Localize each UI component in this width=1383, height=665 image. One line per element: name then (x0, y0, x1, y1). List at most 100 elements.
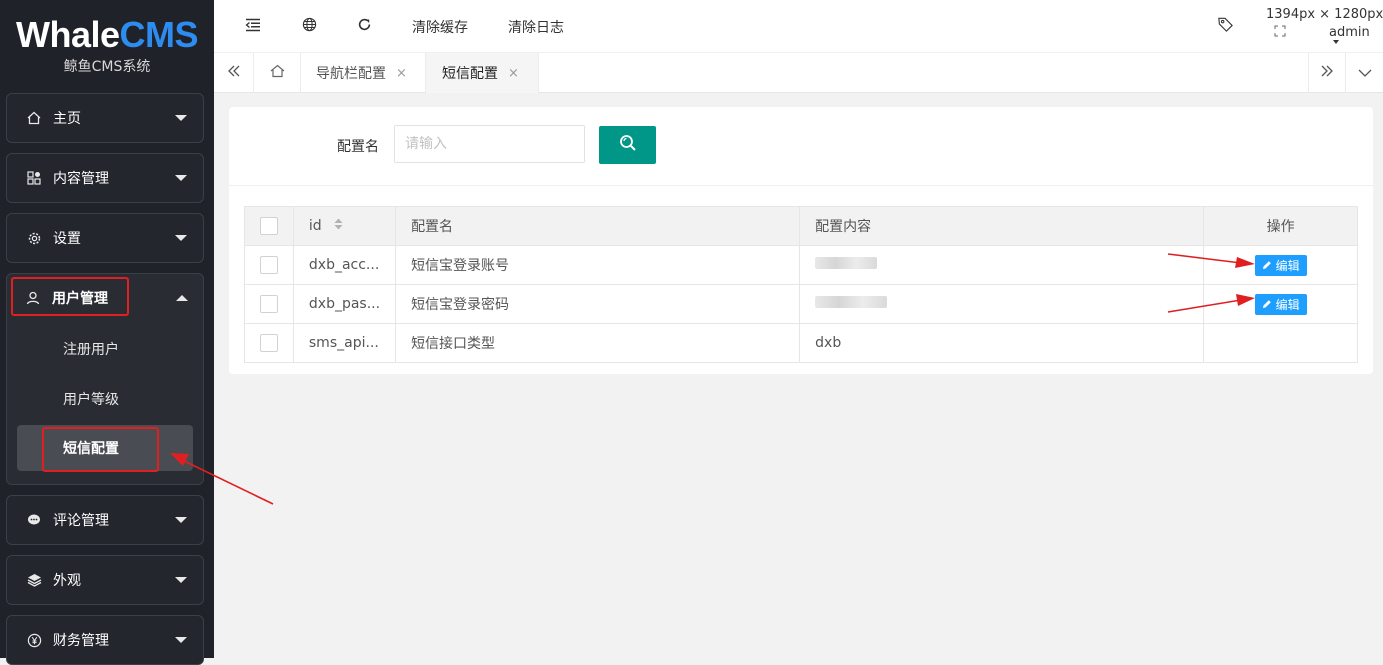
caret-down-icon (1333, 40, 1339, 44)
select-all-checkbox[interactable] (259, 217, 278, 235)
cell-name: 短信宝登录密码 (395, 284, 801, 324)
pencil-icon (1262, 300, 1271, 308)
logo-subtitle: 鲸鱼CMS系统 (63, 59, 151, 75)
tab-bar: 导航栏配置 × 短信配置 × (214, 53, 1383, 93)
admin-user-menu[interactable]: admin (1329, 25, 1383, 55)
annotation-box-sms-config (42, 427, 159, 472)
tag-button[interactable] (1206, 0, 1244, 53)
home-icon (270, 64, 285, 82)
sidebar-item-label: 评论管理 (53, 513, 109, 529)
tab-nav-config[interactable]: 导航栏配置 × (301, 53, 426, 93)
tab-label: 导航栏配置 (316, 66, 386, 82)
row-select-cell (244, 284, 294, 324)
row-checkbox[interactable] (259, 295, 278, 313)
pencil-icon (1262, 261, 1271, 269)
table-header-row: id 配置名 配置内容 操作 (244, 206, 1358, 246)
sidebar-item-label: 外观 (53, 573, 81, 589)
sort-icon[interactable] (334, 218, 343, 234)
column-header-content: 配置内容 (799, 206, 1205, 246)
sidebar-item-settings[interactable]: 设置 (6, 213, 204, 263)
sidebar-item-label: 财务管理 (53, 633, 109, 649)
edit-label: 编辑 (1275, 297, 1300, 312)
chevron-down-icon (175, 517, 187, 523)
sidebar-subitem-register-users[interactable]: 注册用户 (17, 326, 193, 372)
chevron-down-icon (175, 115, 187, 121)
row-checkbox[interactable] (259, 334, 278, 352)
globe-icon (302, 17, 317, 36)
row-checkbox[interactable] (259, 256, 278, 274)
toggle-sidebar-button[interactable] (234, 0, 272, 53)
comment-icon (25, 513, 43, 527)
cell-content: dxb (799, 323, 1205, 363)
top-header: 清除缓存 清除日志 1394px × 1280px admin (214, 0, 1383, 53)
refresh-button[interactable] (345, 0, 383, 53)
edit-label: 编辑 (1275, 258, 1300, 273)
close-icon[interactable]: × (508, 66, 519, 81)
tab-scroll-right-button[interactable] (1308, 53, 1346, 93)
home-icon (25, 111, 43, 125)
chevron-down-icon (175, 577, 187, 583)
search-button[interactable] (599, 126, 656, 164)
chevron-up-icon (176, 295, 188, 301)
grid-icon (25, 171, 43, 185)
cell-name: 短信宝登录账号 (395, 245, 801, 285)
sidebar: WhaleCMS 鲸鱼CMS系统 主页 内容管理 设置 用户管理 注册用户 用户… (0, 0, 214, 665)
column-header-id[interactable]: id (292, 206, 397, 246)
blurred-value (815, 257, 878, 269)
username: admin (1329, 25, 1370, 40)
sidebar-subitem-user-levels[interactable]: 用户等级 (17, 376, 193, 422)
tab-label: 短信配置 (442, 66, 498, 82)
layers-icon (25, 573, 43, 587)
cell-id: dxb_acc... (292, 245, 397, 285)
tab-menu-button[interactable] (1346, 53, 1383, 93)
website-button[interactable] (290, 0, 328, 53)
chevron-down-icon (175, 235, 187, 241)
sidebar-item-home[interactable]: 主页 (6, 93, 204, 143)
row-select-cell (244, 245, 294, 285)
tag-icon (1217, 16, 1234, 37)
chevron-down-icon (1358, 65, 1372, 81)
close-icon[interactable]: × (396, 66, 407, 81)
sidebar-item-label: 主页 (53, 111, 81, 127)
annotation-box-user-management (11, 277, 129, 316)
content-card: 配置名 id 配置名 配置内容 操作 (229, 107, 1373, 374)
search-label: 配置名 (337, 139, 379, 155)
clear-log-button[interactable]: 清除日志 (496, 0, 576, 53)
edit-button[interactable]: 编辑 (1254, 293, 1307, 315)
annotation-arrow-sidebar (170, 453, 274, 505)
annotation-arrow-edit-2 (1167, 294, 1255, 313)
cell-id: dxb_pas... (292, 284, 397, 324)
sidebar-item-content[interactable]: 内容管理 (6, 153, 204, 203)
refresh-icon (357, 17, 372, 36)
column-header-name: 配置名 (395, 206, 801, 246)
config-table: id 配置名 配置内容 操作 dxb_acc... 短信宝登录账号 编辑 dxb… (244, 206, 1358, 363)
tab-sms-config[interactable]: 短信配置 × (426, 53, 539, 93)
select-all-cell (244, 206, 294, 246)
cell-name: 短信接口类型 (395, 323, 801, 363)
logo[interactable]: WhaleCMS 鲸鱼CMS系统 (0, 0, 214, 88)
search-input[interactable] (394, 125, 585, 163)
size-readout: 1394px × 1280px (1266, 7, 1383, 22)
column-header-actions: 操作 (1203, 206, 1358, 246)
tab-scroll-left-button[interactable] (214, 53, 254, 93)
logo-text: WhaleCMS (15, 14, 199, 55)
fullscreen-icon (1274, 25, 1286, 41)
gear-icon (25, 231, 43, 246)
cell-actions (1203, 323, 1358, 363)
yen-icon (25, 633, 43, 648)
indent-icon (245, 18, 261, 36)
column-label: id (308, 218, 322, 234)
sidebar-item-label: 内容管理 (53, 171, 109, 187)
double-chevron-right-icon (1320, 65, 1334, 81)
fullscreen-button[interactable] (1269, 23, 1291, 43)
table-row: sms_api... 短信接口类型 dxb (244, 323, 1358, 363)
tab-home[interactable] (254, 53, 301, 93)
row-select-cell (244, 323, 294, 363)
sidebar-item-appearance[interactable]: 外观 (6, 555, 204, 605)
cell-content (799, 284, 1205, 324)
annotation-arrow-edit-1 (1167, 253, 1255, 268)
edit-button[interactable]: 编辑 (1254, 254, 1307, 276)
search-icon (619, 134, 637, 156)
clear-cache-button[interactable]: 清除缓存 (400, 0, 480, 53)
chevron-down-icon (175, 175, 187, 181)
